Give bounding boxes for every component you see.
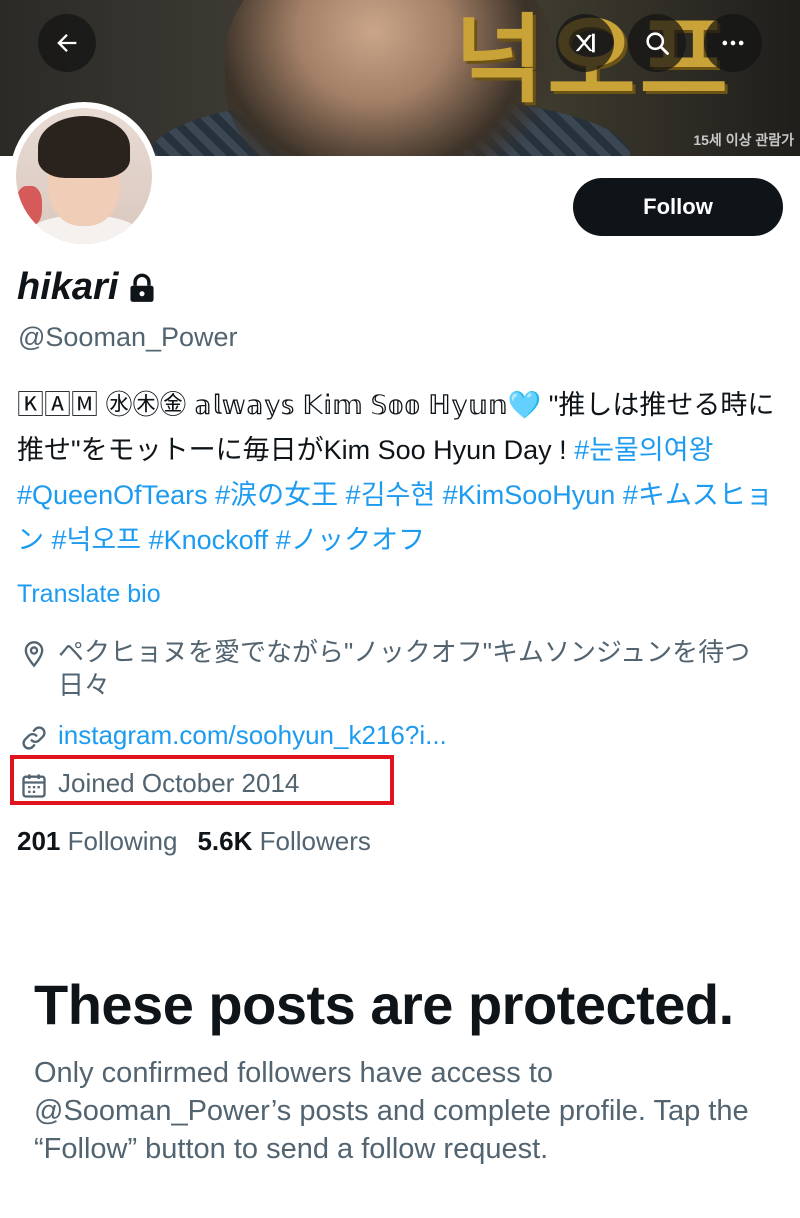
user-handle: @Sooman_Power bbox=[18, 322, 238, 352]
back-arrow-icon bbox=[57, 34, 77, 52]
website-row: instagram.com/soohyun_k216?i... bbox=[20, 720, 447, 752]
location-row: ペクヒョヌを愛でながら"ノックオフ"キムソンジュンを待つ日々 bbox=[20, 636, 780, 702]
lock-icon bbox=[130, 273, 154, 302]
avatar-hair bbox=[38, 116, 130, 178]
link-icon bbox=[22, 726, 46, 750]
protected-body: Only confirmed followers have access to … bbox=[34, 1057, 749, 1165]
more-button[interactable] bbox=[704, 14, 762, 72]
hashtag-link[interactable]: #QueenOfTears bbox=[17, 480, 208, 510]
followers-stat[interactable]: 5.6K Followers bbox=[197, 826, 370, 857]
hashtag-link[interactable]: #김수현 bbox=[346, 480, 436, 510]
translate-bio-link[interactable]: Translate bio bbox=[17, 580, 161, 609]
following-count: 201 bbox=[17, 826, 61, 856]
hashtag-link[interactable]: #넉오프 bbox=[52, 525, 142, 555]
hashtag-link[interactable]: #Knockoff bbox=[149, 525, 269, 555]
display-name-row: hikari bbox=[17, 266, 156, 309]
grok-button[interactable] bbox=[556, 14, 614, 72]
search-icon bbox=[646, 32, 669, 55]
followers-label: Followers bbox=[259, 826, 371, 856]
hashtag-link[interactable]: #涙の女王 bbox=[215, 480, 338, 510]
avatar[interactable] bbox=[10, 102, 158, 250]
banner-rating-text: 15세 이상 관람가 bbox=[693, 132, 794, 148]
avatar-bg-detail bbox=[16, 186, 42, 226]
display-name: hikari bbox=[17, 266, 119, 308]
hashtag-link[interactable]: #KimSooHyun bbox=[443, 480, 616, 510]
avatar-image bbox=[16, 108, 152, 244]
website-link[interactable]: instagram.com/soohyun_k216?i... bbox=[58, 720, 447, 751]
location-text: ペクヒョヌを愛でながら"ノックオフ"キムソンジュンを待つ日々 bbox=[58, 637, 751, 700]
highlight-box bbox=[10, 755, 394, 805]
back-button[interactable] bbox=[38, 14, 96, 72]
following-stat[interactable]: 201 Following bbox=[17, 826, 177, 857]
hashtag-link[interactable]: #ノックオフ bbox=[276, 525, 425, 555]
search-button[interactable] bbox=[628, 14, 686, 72]
protected-title: These posts are protected. bbox=[34, 973, 734, 1036]
light-blue-heart-icon: 🩵 bbox=[507, 390, 542, 420]
more-icon bbox=[722, 40, 744, 46]
profile-bio: 🄺🄰🄼 ㊌㊍㊎ 𝕒𝕝𝕨𝕒𝕪𝕤 𝕂𝕚𝕞 𝕊𝕠𝕠 ℍ𝕪𝕦𝕟🩵 "推しは推せる時に推せ… bbox=[17, 383, 787, 563]
location-pin-icon bbox=[24, 641, 44, 668]
followers-count: 5.6K bbox=[197, 826, 253, 856]
hashtag-link[interactable]: #눈물의여왕 bbox=[574, 435, 713, 465]
grok-icon bbox=[575, 33, 595, 53]
bio-text: 🄺🄰🄼 ㊌㊍㊎ 𝕒𝕝𝕨𝕒𝕪𝕤 𝕂𝕚𝕞 𝕊𝕠𝕠 ℍ𝕪𝕦𝕟 bbox=[17, 390, 508, 420]
following-label: Following bbox=[67, 826, 178, 856]
follow-button[interactable]: Follow bbox=[573, 178, 783, 236]
follow-stats: 201 Following 5.6K Followers bbox=[17, 826, 371, 857]
